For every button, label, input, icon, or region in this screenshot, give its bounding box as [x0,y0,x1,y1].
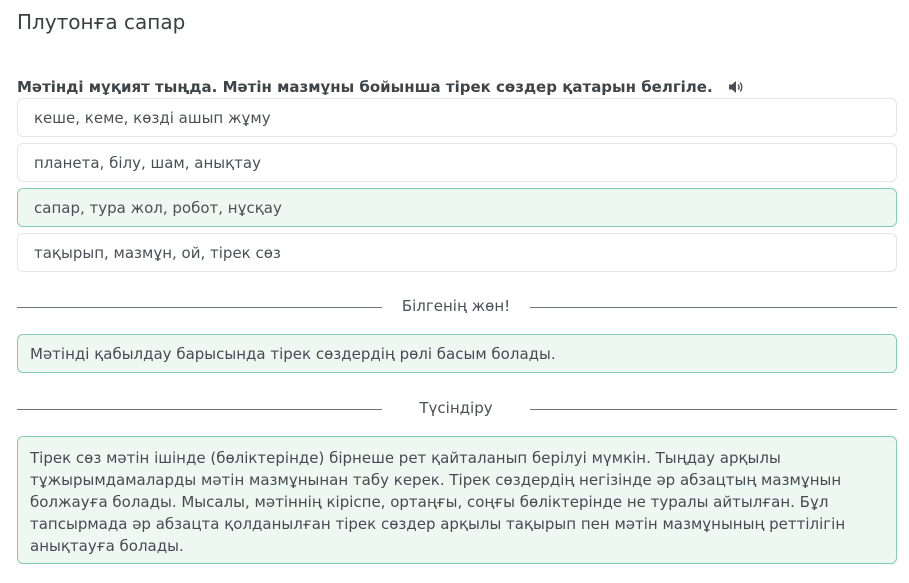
explanation-text: Тірек сөз мәтін ішінде (бөліктерінде) бі… [30,449,846,555]
did-you-know-box: Мәтінді қабылдау барысында тірек сөздерд… [17,334,897,373]
question-text: Мәтінді мұқият тыңда. Мәтін мазмұны бойы… [17,78,713,96]
answer-option-label: планета, білу, шам, анықтау [34,153,261,172]
divider-line [530,409,897,410]
explanation-box: Тірек сөз мәтін ішінде (бөліктерінде) бі… [17,436,897,564]
answer-option-1[interactable]: кеше, кеме, көзді ашып жұму [17,98,897,137]
answer-option-4[interactable]: тақырып, мазмұн, ой, тірек сөз [17,233,897,272]
did-you-know-text: Мәтінді қабылдау барысында тірек сөздерд… [30,344,556,363]
explanation-heading: Түсіндіру [419,399,493,417]
answer-option-3-correct[interactable]: сапар, тура жол, робот, нұсқау [17,188,897,227]
did-you-know-heading: Білгенің жөн! [401,297,511,315]
page-title: Плутонға сапар [17,10,186,34]
divider-line [17,307,382,308]
speaker-icon[interactable] [727,78,745,96]
divider-line [17,409,382,410]
answer-option-2[interactable]: планета, білу, шам, анықтау [17,143,897,182]
answer-option-label: кеше, кеме, көзді ашып жұму [34,108,271,127]
answer-option-label: тақырып, мазмұн, ой, тірек сөз [34,243,281,262]
answer-option-label: сапар, тура жол, робот, нұсқау [34,198,282,217]
divider-line [530,307,897,308]
explanation-divider: Түсіндіру [17,399,897,419]
question-prompt: Мәтінді мұқият тыңда. Мәтін мазмұны бойы… [17,78,745,96]
did-you-know-divider: Білгенің жөн! [17,297,897,317]
